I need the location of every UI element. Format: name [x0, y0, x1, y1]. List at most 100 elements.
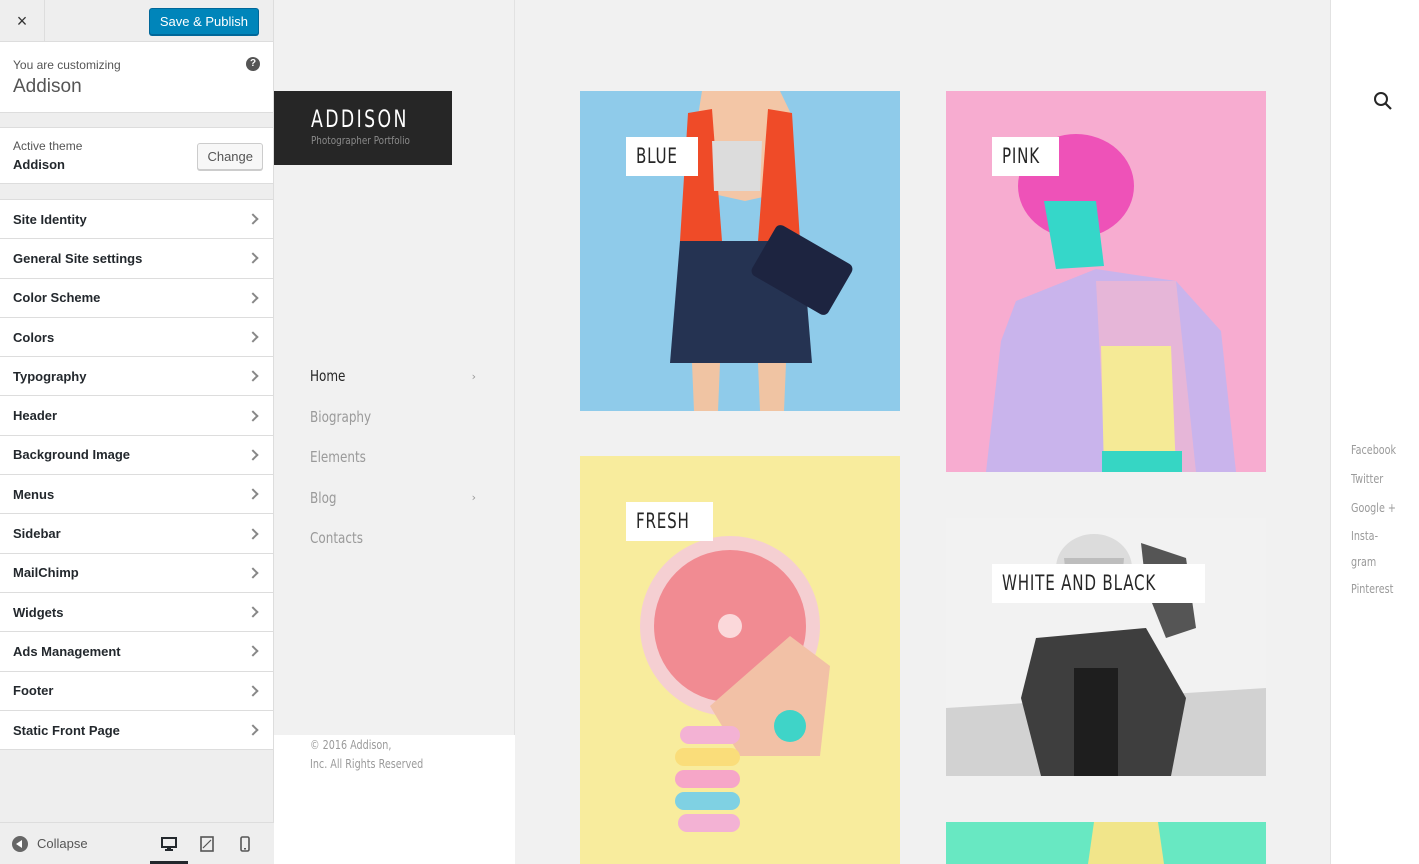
- social-links: Facebook Twitter Google + Insta- gram Pi…: [1351, 436, 1407, 604]
- tile-label: FRESH: [626, 502, 714, 541]
- social-link-twitter[interactable]: Twitter: [1351, 465, 1396, 494]
- section-menus[interactable]: Menus: [0, 475, 273, 515]
- chevron-right-icon: [247, 370, 259, 382]
- desktop-icon: [161, 837, 177, 851]
- section-site-identity[interactable]: Site Identity: [0, 200, 273, 240]
- site-name: Addison: [13, 76, 82, 97]
- chevron-right-icon: [247, 409, 259, 422]
- nav-item-label: Home: [310, 367, 346, 386]
- portfolio-tile-white-and-black[interactable]: WHITE AND BLACK: [946, 518, 1266, 776]
- copyright: © 2016 Addison, Inc. All Rights Reserved: [310, 736, 423, 774]
- save-publish-button[interactable]: Save & Publish: [148, 8, 259, 35]
- submenu-arrow-icon: ›: [471, 491, 476, 505]
- customizer-sections: Site Identity General Site settings Colo…: [0, 199, 273, 751]
- chevron-right-icon: [247, 685, 259, 697]
- tile-label: WHITE AND BLACK: [992, 564, 1205, 603]
- section-ads-management[interactable]: Ads Management: [0, 632, 273, 672]
- photo-partial: [946, 822, 1266, 864]
- social-link-google-plus[interactable]: Google +: [1351, 494, 1396, 523]
- chevron-right-icon: [247, 645, 259, 658]
- nav-item-label: Contacts: [310, 529, 363, 548]
- section-static-front-page[interactable]: Static Front Page: [0, 710, 273, 751]
- section-colors[interactable]: Colors: [0, 317, 273, 358]
- nav-item-label: Elements: [310, 448, 366, 467]
- section-label: Sidebar: [13, 526, 61, 542]
- mobile-preview-button[interactable]: [226, 823, 264, 864]
- chevron-right-icon: [247, 449, 259, 461]
- social-link-facebook[interactable]: Facebook: [1351, 436, 1396, 465]
- portfolio-tile-partial[interactable]: [946, 822, 1266, 864]
- social-link-instagram[interactable]: Insta-: [1351, 523, 1396, 549]
- section-label: Background Image: [13, 447, 131, 463]
- logo-subtitle: Photographer Portfolio: [311, 134, 410, 147]
- section-widgets[interactable]: Widgets: [0, 592, 273, 633]
- customizing-label: You are customizing: [13, 58, 121, 72]
- chevron-right-icon: [247, 606, 259, 618]
- portfolio-tile-blue[interactable]: BLUE: [580, 91, 900, 411]
- copyright-line: © 2016 Addison,: [310, 738, 392, 752]
- nav-item-label: Blog: [310, 488, 337, 507]
- section-label: General Site settings: [13, 250, 143, 266]
- section-label: Colors: [13, 329, 55, 345]
- change-theme-button[interactable]: Change: [197, 143, 263, 170]
- customizing-info: You are customizing Addison ?: [0, 42, 273, 113]
- chevron-right-icon: [247, 567, 259, 579]
- collapse-label: Collapse: [37, 836, 88, 851]
- chevron-right-icon: [247, 724, 259, 736]
- site-navigation: Home › Biography Elements Blog › Contacts: [310, 356, 480, 559]
- social-link-pinterest[interactable]: Pinterest: [1351, 575, 1396, 604]
- collapse-arrow-icon: [12, 835, 28, 852]
- section-label: Ads Management: [13, 643, 121, 659]
- submenu-arrow-icon: ›: [471, 369, 476, 383]
- help-icon[interactable]: ?: [246, 57, 260, 71]
- site-preview: ADDISON Photographer Portfolio Home › Bio…: [274, 0, 1419, 864]
- desktop-preview-button[interactable]: [150, 823, 188, 864]
- portfolio-tile-pink[interactable]: PINK: [946, 91, 1266, 472]
- nav-item-contacts[interactable]: Contacts: [310, 518, 480, 559]
- nav-item-home[interactable]: Home ›: [310, 356, 480, 397]
- chevron-right-icon: [247, 252, 259, 265]
- section-mailchimp[interactable]: MailChimp: [0, 553, 273, 593]
- section-sidebar[interactable]: Sidebar: [0, 514, 273, 554]
- customizer-panel: × Save & Publish You are customizing Add…: [0, 0, 274, 864]
- section-label: Static Front Page: [13, 722, 120, 738]
- section-label: Widgets: [13, 604, 64, 620]
- section-label: Menus: [13, 486, 55, 502]
- section-label: Header: [13, 408, 58, 424]
- copyright-line: Inc. All Rights Reserved: [310, 757, 424, 771]
- close-button[interactable]: ×: [0, 0, 45, 42]
- tile-label: PINK: [992, 137, 1060, 176]
- device-preview-switcher: [150, 823, 264, 864]
- tablet-preview-button[interactable]: [188, 823, 226, 864]
- photo-white-and-black: [946, 518, 1266, 776]
- section-label: MailChimp: [13, 565, 79, 581]
- section-label: Site Identity: [13, 211, 87, 227]
- site-right-column: Facebook Twitter Google + Insta- gram Pi…: [1330, 0, 1419, 864]
- customizer-footer: Collapse: [0, 822, 274, 864]
- nav-item-elements[interactable]: Elements: [310, 437, 480, 478]
- collapse-button[interactable]: Collapse: [0, 835, 88, 852]
- search-icon[interactable]: [1373, 91, 1393, 111]
- chevron-right-icon: [247, 331, 259, 343]
- nav-item-blog[interactable]: Blog ›: [310, 478, 480, 519]
- section-footer[interactable]: Footer: [0, 671, 273, 711]
- section-general-site-settings[interactable]: General Site settings: [0, 239, 273, 279]
- section-header[interactable]: Header: [0, 396, 273, 436]
- logo-title: ADDISON: [311, 105, 409, 133]
- section-color-scheme[interactable]: Color Scheme: [0, 278, 273, 318]
- site-logo[interactable]: ADDISON Photographer Portfolio: [274, 91, 452, 165]
- site-left-column: ADDISON Photographer Portfolio Home › Bio…: [274, 0, 515, 864]
- section-label: Color Scheme: [13, 290, 101, 306]
- portfolio-tile-fresh[interactable]: FRESH: [580, 456, 900, 864]
- mobile-icon: [240, 836, 250, 852]
- tablet-icon: [200, 836, 214, 852]
- chevron-right-icon: [247, 527, 259, 540]
- customizer-header: × Save & Publish: [0, 0, 273, 42]
- section-background-image[interactable]: Background Image: [0, 435, 273, 476]
- chevron-right-icon: [247, 213, 259, 225]
- social-link-instagram-cont[interactable]: gram: [1351, 549, 1396, 575]
- chevron-right-icon: [247, 488, 259, 500]
- section-label: Footer: [13, 683, 54, 699]
- nav-item-biography[interactable]: Biography: [310, 397, 480, 438]
- section-typography[interactable]: Typography: [0, 357, 273, 397]
